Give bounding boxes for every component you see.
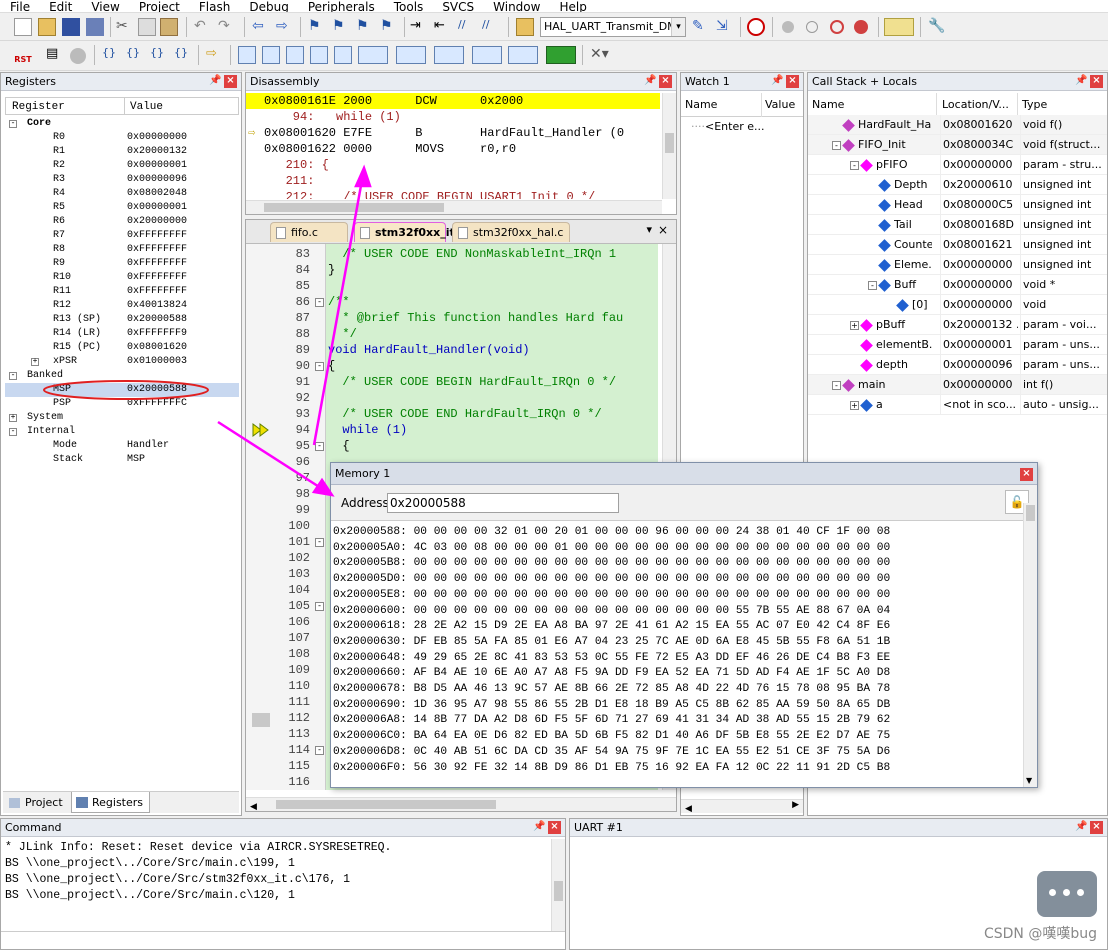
- arrow-to-disassembly: [312, 179, 364, 446]
- annotation-arrows: [217, 164, 372, 497]
- arrow-to-memory: [217, 420, 325, 492]
- arrow-head-memory: [311, 477, 335, 497]
- arrow-head-disassembly: [354, 164, 372, 188]
